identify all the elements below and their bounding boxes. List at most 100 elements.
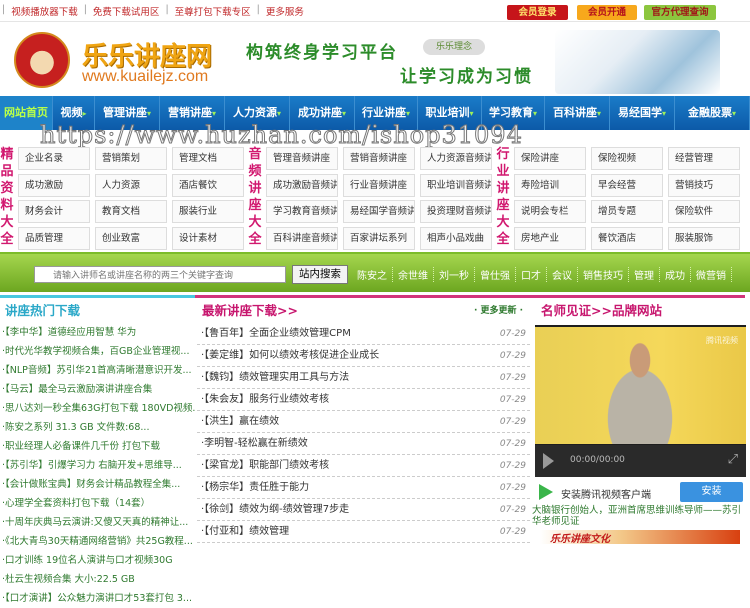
hot-download-item[interactable]: ·口才训练 19位名人演讲与口才视频30G	[0, 551, 195, 570]
install-button[interactable]: 安装	[680, 482, 743, 502]
latest-item-title[interactable]: ·【姜定维】如何以绩效考核促进企业成长	[201, 345, 379, 366]
category-link[interactable]: 成功激励音频讲	[266, 173, 338, 197]
category-link[interactable]: 设计素材	[172, 226, 244, 250]
latest-item-title[interactable]: ·【魏钧】绩效管理实用工具与方法	[201, 367, 349, 388]
category-link[interactable]: 保险视频	[591, 147, 663, 170]
video-frame[interactable]: 腾讯视频	[535, 327, 746, 444]
category-link[interactable]: 百家讲坛系列	[343, 226, 415, 250]
fullscreen-icon[interactable]: ⤢	[728, 452, 738, 467]
hot-download-item[interactable]: ·思八达刘一秒全集63G打包下载 180VD视频...	[0, 399, 195, 418]
category-link[interactable]: 企业名录	[18, 147, 90, 170]
latest-item[interactable]: ·【鲁百年】全面企业绩效管理CPM 07-29	[197, 323, 530, 345]
latest-item[interactable]: ·【魏钧】绩效管理实用工具与方法 07-29	[197, 367, 530, 389]
category-link[interactable]: 百科讲座音频讲	[266, 226, 338, 250]
latest-item-title[interactable]: ·【徐剑】绩效为纲-绩效管理7步走	[201, 499, 349, 520]
hot-keyword-link[interactable]: 陈安之	[352, 267, 393, 282]
video-player[interactable]: 腾讯视频 00:00/00:00 ⤢	[535, 325, 746, 477]
category-link[interactable]: 说明会专栏	[514, 200, 586, 223]
category-link[interactable]: 早会经营	[591, 173, 663, 197]
latest-item-title[interactable]: ·【杨宗华】责任胜于能力	[201, 477, 309, 498]
category-link[interactable]: 财务会计	[18, 200, 90, 223]
latest-title[interactable]: 最新讲座下载>>	[202, 300, 298, 319]
category-link[interactable]: 品质管理	[18, 226, 90, 250]
hot-download-item[interactable]: ·陈安之系列 31.3 GB 文件数:68...	[0, 418, 195, 437]
latest-item-title[interactable]: ·【鲁百年】全面企业绩效管理CPM	[201, 323, 351, 344]
category-link[interactable]: 成功激励	[18, 173, 90, 197]
latest-item-title[interactable]: ·【梁官龙】职能部门绩效考核	[201, 455, 329, 476]
category-link[interactable]: 服装行业	[172, 200, 244, 223]
hot-download-item[interactable]: ·【李中华】道德经应用智慧 华为	[0, 323, 195, 342]
category-link[interactable]: 相声小品戏曲	[420, 226, 492, 250]
login-button[interactable]: 会员登录	[507, 5, 568, 20]
nav-item[interactable]: 百科讲座▾	[545, 96, 610, 130]
top-link[interactable]: 免费下载试用区	[87, 4, 166, 18]
category-link[interactable]: 增员专题	[591, 200, 663, 223]
category-link[interactable]: 学习教育音频讲	[266, 200, 338, 223]
category-link[interactable]: 经营管理	[668, 147, 740, 170]
latest-item[interactable]: ·【姜定维】如何以绩效考核促进企业成长 07-29	[197, 345, 530, 367]
hot-keyword-link[interactable]: 会议	[547, 267, 578, 282]
logo-badge[interactable]	[14, 32, 70, 88]
top-link[interactable]: 至尊打包下载专区	[169, 4, 257, 18]
search-input[interactable]	[34, 266, 286, 283]
latest-item[interactable]: ·【梁官龙】职能部门绩效考核 07-29	[197, 455, 530, 477]
latest-item-title[interactable]: ·【付亚和】绩效管理	[201, 521, 289, 542]
hot-keyword-link[interactable]: 管理	[629, 267, 660, 282]
hot-keyword-link[interactable]: 刘一秒	[434, 267, 475, 282]
category-link[interactable]: 管理文档	[172, 147, 244, 170]
hot-keyword-link[interactable]: 曾仕强	[475, 267, 516, 282]
category-link[interactable]: 人力资源	[95, 173, 167, 197]
category-link[interactable]: 人力资源音频讲	[420, 147, 492, 170]
category-link[interactable]: 行业音频讲座	[343, 173, 415, 197]
hot-download-item[interactable]: ·职业经理人必备课件几千份 打包下载	[0, 437, 195, 456]
search-button[interactable]: 站内搜索	[292, 265, 348, 284]
latest-item[interactable]: ·【洪生】赢在绩效 07-29	[197, 411, 530, 433]
latest-item-title[interactable]: ·【朱会友】服务行业绩效考核	[201, 389, 329, 410]
category-link[interactable]: 餐饮酒店	[591, 226, 663, 250]
latest-item[interactable]: ·【付亚和】绩效管理 07-29	[197, 521, 530, 543]
latest-item[interactable]: ·李明智-轻松赢在新绩效 07-29	[197, 433, 530, 455]
category-link[interactable]: 职业培训音频讲	[420, 173, 492, 197]
category-link[interactable]: 营销策划	[95, 147, 167, 170]
category-link[interactable]: 酒店餐饮	[172, 173, 244, 197]
play-icon[interactable]	[543, 453, 554, 469]
hot-keyword-link[interactable]: 销售技巧	[578, 267, 629, 282]
category-link[interactable]: 易经国学音频讲	[343, 200, 415, 223]
latest-item[interactable]: ·【徐剑】绩效为纲-绩效管理7步走 07-29	[197, 499, 530, 521]
hot-download-item[interactable]: ·【NLP音频】苏引华21首高清晰潜意识开发...	[0, 361, 195, 380]
category-link[interactable]: 营销技巧	[668, 173, 740, 197]
culture-banner[interactable]: 乐乐讲座文化	[540, 530, 740, 545]
category-link[interactable]: 服装服饰	[668, 226, 740, 250]
hot-keyword-link[interactable]: 成功	[660, 267, 691, 282]
category-link[interactable]: 房地产业	[514, 226, 586, 250]
hot-download-item[interactable]: ·时代光华教学视频合集，百GB企业管理视...	[0, 342, 195, 361]
category-link[interactable]: 投资理财音频讲	[420, 200, 492, 223]
hot-keyword-link[interactable]: 余世维	[393, 267, 434, 282]
hot-download-item[interactable]: ·【口才演讲】公众魅力演讲口才53套打包 3...	[0, 589, 195, 608]
category-link[interactable]: 创业致富	[95, 226, 167, 250]
hot-download-item[interactable]: ·心理学全套资料打包下载（14套）	[0, 494, 195, 513]
nav-item[interactable]: 金融股票▾	[675, 96, 750, 130]
category-link[interactable]: 教育文档	[95, 200, 167, 223]
hot-download-item[interactable]: ·《北大青鸟30天精通网络营销》共25G教程...	[0, 532, 195, 551]
video-caption[interactable]: 大脑银行创始人，亚洲首席思维训练导师——苏引华老师见证	[532, 505, 747, 527]
hot-download-item[interactable]: ·十周年庆典马云演讲:又傻又天真的精神让...	[0, 513, 195, 532]
hot-keyword-link[interactable]: 口才	[516, 267, 547, 282]
latest-item-title[interactable]: ·【洪生】赢在绩效	[201, 411, 279, 432]
top-link[interactable]: 视频播放器下载	[5, 4, 84, 18]
hot-download-item[interactable]: ·【苏引华】引爆学习力 右脑开发+思维导...	[0, 456, 195, 475]
latest-item-title[interactable]: ·李明智-轻松赢在新绩效	[201, 433, 308, 454]
category-link[interactable]: 寿险培训	[514, 173, 586, 197]
agent-query-button[interactable]: 官方代理查询	[644, 5, 716, 20]
hot-download-item[interactable]: ·【马云】最全马云激励演讲讲座合集	[0, 380, 195, 399]
latest-item[interactable]: ·【朱会友】服务行业绩效考核 07-29	[197, 389, 530, 411]
category-link[interactable]: 保险软件	[668, 200, 740, 223]
nav-item[interactable]: 易经国学▾	[610, 96, 675, 130]
register-button[interactable]: 会员开通	[577, 5, 637, 20]
top-link[interactable]: 更多服务	[260, 4, 310, 18]
category-link[interactable]: 管理音频讲座	[266, 147, 338, 170]
latest-item[interactable]: ·【杨宗华】责任胜于能力 07-29	[197, 477, 530, 499]
hot-download-item[interactable]: ·杜云生视频合集 大小:22.5 GB	[0, 570, 195, 589]
category-link[interactable]: 保险讲座	[514, 147, 586, 170]
category-link[interactable]: 营销音频讲座	[343, 147, 415, 170]
